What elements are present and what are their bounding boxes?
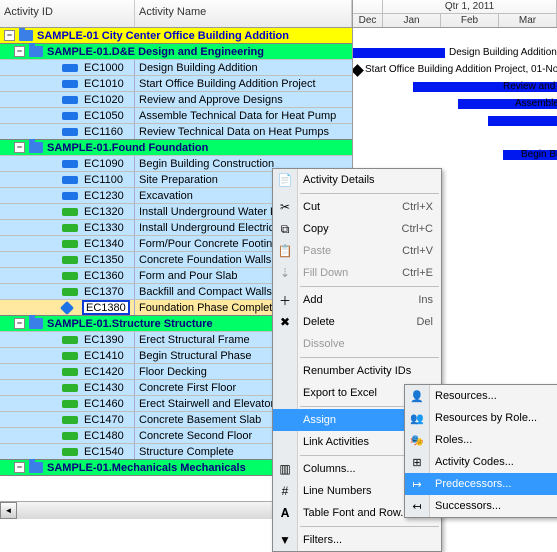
task-icon [62, 80, 78, 88]
fill-icon: ⇣ [277, 265, 293, 281]
scroll-left-button[interactable]: ◄ [0, 502, 17, 519]
sub-predecessors[interactable]: ↦Predecessors... [405, 473, 557, 495]
ctx-copy[interactable]: ⧉CopyCtrl+C [273, 218, 441, 240]
filter-icon: ▼ [277, 532, 293, 548]
collapse-icon[interactable]: − [14, 462, 25, 473]
sub-successors[interactable]: ↤Successors... [405, 495, 557, 517]
folder-icon [29, 462, 43, 473]
wbs-root-label: SAMPLE-01 City Center Office Building Ad… [37, 30, 289, 42]
task-icon [62, 112, 78, 120]
details-icon: 📄 [277, 172, 293, 188]
ts-month: Jan [383, 14, 441, 27]
roles-icon: 🎭 [409, 432, 425, 448]
activity-row[interactable]: EC1010Start Office Building Addition Pro… [0, 75, 352, 92]
codes-icon: ⊞ [409, 454, 425, 470]
gantt-milestone[interactable] [353, 64, 364, 77]
ctx-activity-details[interactable]: 📄Activity Details [273, 169, 441, 191]
column-headers[interactable]: Activity ID Activity Name [0, 0, 352, 28]
task-icon [62, 384, 78, 392]
task-icon [62, 208, 78, 216]
task-icon [62, 96, 78, 104]
ctx-filters[interactable]: ▼Filters... [273, 529, 441, 551]
ctx-dissolve: Dissolve [273, 333, 441, 355]
task-icon [62, 224, 78, 232]
activity-row[interactable]: EC1020Review and Approve Designs [0, 91, 352, 108]
ts-month: Mar [499, 14, 557, 27]
ctx-renumber[interactable]: Renumber Activity IDs [273, 360, 441, 382]
wbs-group[interactable]: − SAMPLE-01.Found Foundation [0, 139, 352, 156]
ctx-add[interactable]: ＋AddIns [273, 289, 441, 311]
gantt-label: Design Building Addition [449, 47, 557, 58]
milestone-icon [60, 300, 74, 314]
predecessors-icon: ↦ [409, 476, 425, 492]
folder-icon [29, 318, 43, 329]
wbs-label: SAMPLE-01.Found Foundation [47, 142, 208, 154]
task-icon [62, 176, 78, 184]
folder-icon [29, 46, 43, 57]
task-icon [62, 160, 78, 168]
wbs-group[interactable]: − SAMPLE-01.D&E Design and Engineering [0, 43, 352, 60]
folder-icon [29, 142, 43, 153]
gantt-label: Assemble Technical Data [515, 98, 557, 109]
columns-icon: ▥ [277, 461, 293, 477]
successors-icon: ↤ [409, 498, 425, 514]
sub-activity-codes[interactable]: ⊞Activity Codes... [405, 451, 557, 473]
task-icon [62, 368, 78, 376]
collapse-icon[interactable]: − [14, 318, 25, 329]
ctx-paste: 📋PasteCtrl+V [273, 240, 441, 262]
ts-top: Qtr 1, 2011 [383, 0, 557, 13]
ctx-fill-down: ⇣Fill DownCtrl+E [273, 262, 441, 284]
sub-resources-by-role[interactable]: 👥Resources by Role... [405, 407, 557, 429]
wbs-label: SAMPLE-01.Structure Structure [47, 318, 213, 330]
ctx-cut[interactable]: ✂CutCtrl+X [273, 196, 441, 218]
task-icon [62, 192, 78, 200]
ctx-delete[interactable]: ✖DeleteDel [273, 311, 441, 333]
task-icon [62, 128, 78, 136]
delete-icon: ✖ [277, 314, 293, 330]
collapse-icon[interactable]: − [14, 46, 25, 57]
task-icon [62, 416, 78, 424]
col-activity-id[interactable]: Activity ID [0, 0, 135, 27]
assign-submenu: 👤Resources... 👥Resources by Role... 🎭Rol… [404, 384, 557, 518]
timescale[interactable]: Qtr 1, 2011 Dec Jan Feb Mar [353, 0, 557, 28]
add-icon: ＋ [277, 292, 293, 308]
task-icon [62, 64, 78, 72]
task-icon [62, 400, 78, 408]
task-icon [62, 272, 78, 280]
ts-month: Feb [441, 14, 499, 27]
gantt-label: Start Office Building Addition Project, … [365, 64, 557, 75]
gantt-bar[interactable] [353, 48, 445, 58]
col-activity-name[interactable]: Activity Name [135, 0, 352, 27]
task-icon [62, 288, 78, 296]
gantt-label: Begin Building [521, 149, 557, 160]
sub-roles[interactable]: 🎭Roles... [405, 429, 557, 451]
paste-icon: 📋 [277, 243, 293, 259]
task-icon [62, 240, 78, 248]
ts-month: Dec [353, 14, 383, 27]
wbs-root[interactable]: − SAMPLE-01 City Center Office Building … [0, 28, 352, 44]
linenum-icon: # [277, 483, 293, 499]
resources-icon: 👤 [409, 388, 425, 404]
task-icon [62, 256, 78, 264]
folder-icon [19, 30, 33, 41]
collapse-icon[interactable]: − [4, 30, 15, 41]
gantt-label: Review and Approve Designs [503, 81, 557, 92]
task-icon [62, 336, 78, 344]
wbs-label: SAMPLE-01.D&E Design and Engineering [47, 46, 264, 58]
task-icon [62, 432, 78, 440]
gantt-bar[interactable] [488, 116, 557, 126]
cut-icon: ✂ [277, 199, 293, 215]
activity-row[interactable]: EC1160Review Technical Data on Heat Pump… [0, 123, 352, 140]
sub-resources[interactable]: 👤Resources... [405, 385, 557, 407]
task-icon [62, 448, 78, 456]
collapse-icon[interactable]: − [14, 142, 25, 153]
role-resources-icon: 👥 [409, 410, 425, 426]
task-icon [62, 352, 78, 360]
wbs-label: SAMPLE-01.Mechanicals Mechanicals [47, 462, 246, 474]
activity-row[interactable]: EC1000Design Building Addition [0, 59, 352, 76]
ts-top [353, 0, 383, 13]
copy-icon: ⧉ [277, 221, 293, 237]
activity-row[interactable]: EC1050Assemble Technical Data for Heat P… [0, 107, 352, 124]
